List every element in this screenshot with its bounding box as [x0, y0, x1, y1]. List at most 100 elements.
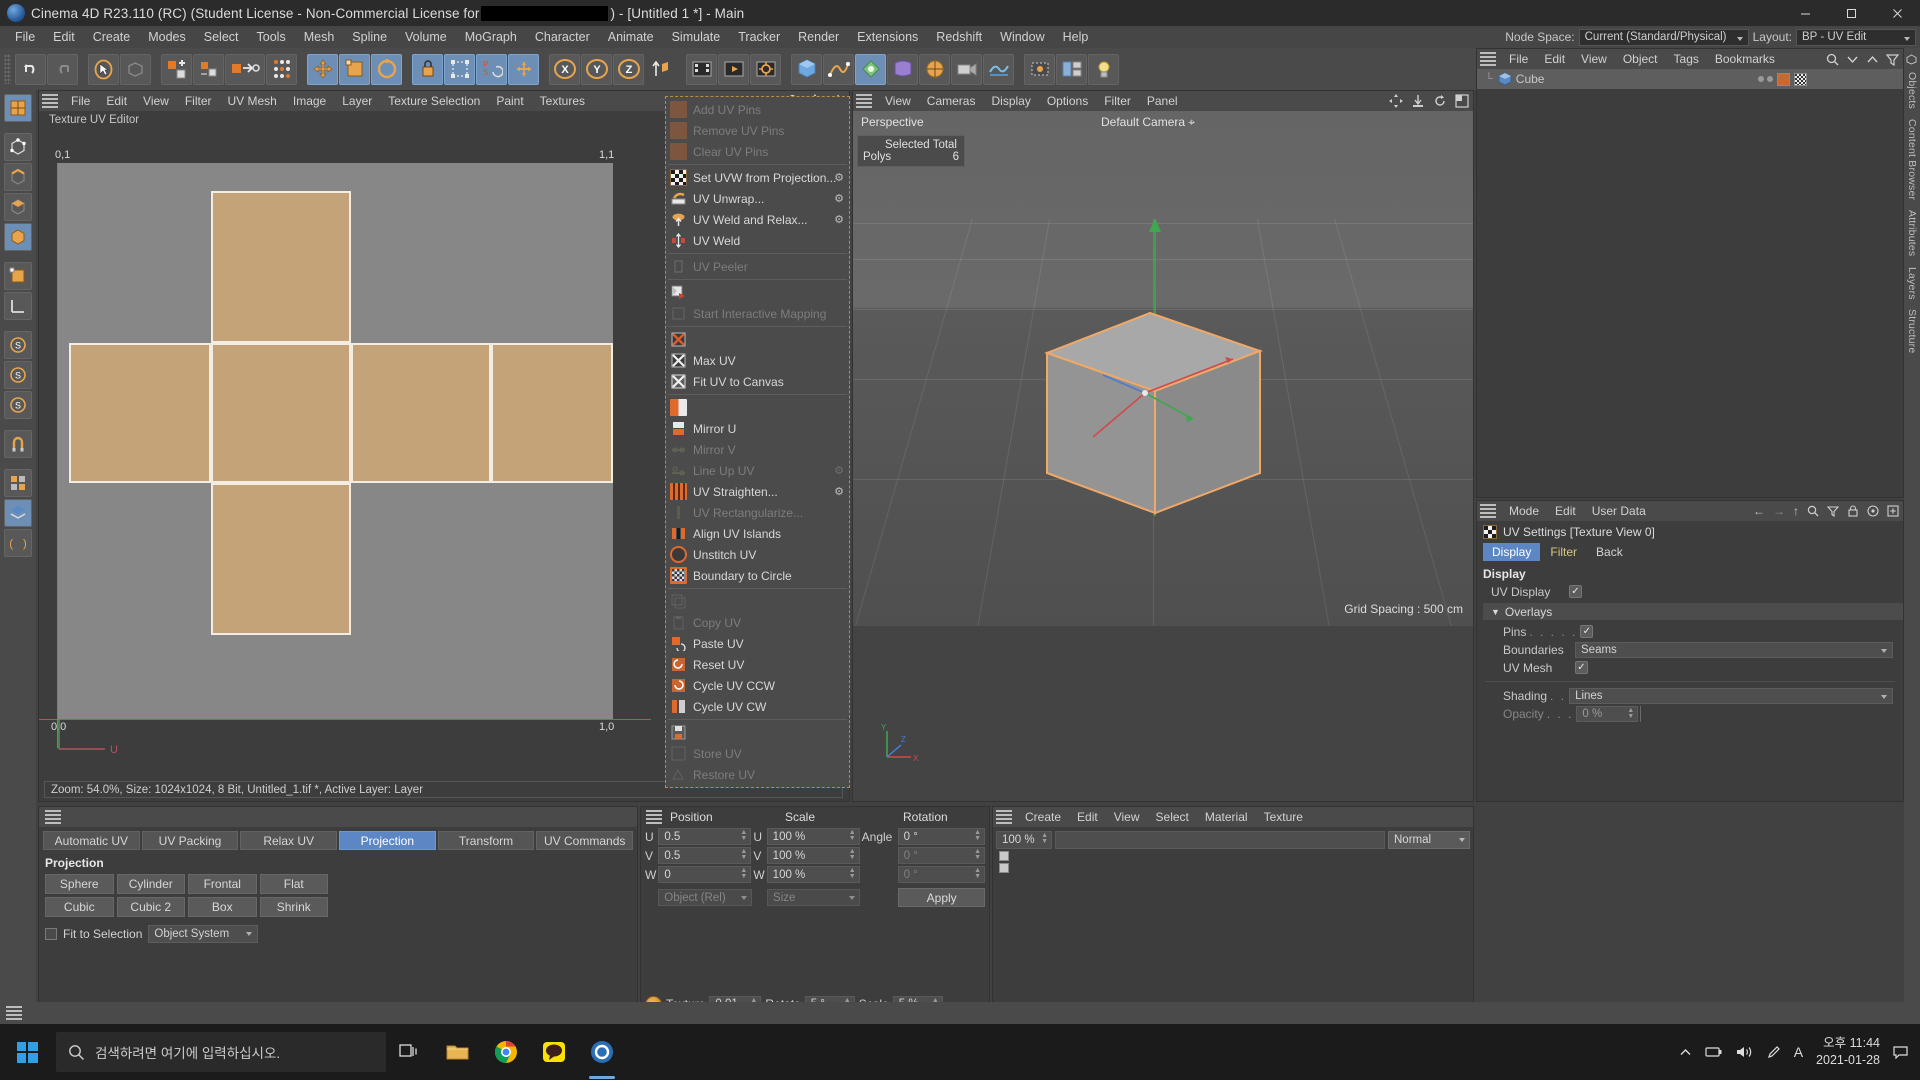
texture-mode-button[interactable]: [4, 94, 32, 122]
coordinates-hamburger-icon[interactable]: [646, 810, 662, 824]
toolbar-grip[interactable]: [4, 54, 11, 84]
uv-mesh-checkbox[interactable]: ✓: [1575, 661, 1588, 674]
task-view-button[interactable]: [386, 1024, 434, 1080]
fit-to-selection-checkbox[interactable]: [45, 928, 57, 940]
snap-magnet-button[interactable]: [4, 430, 32, 458]
ctx-clear-uv-pins[interactable]: Clear UV Pins: [666, 141, 849, 162]
scale-snap-s3-button[interactable]: S: [4, 391, 32, 419]
pos-w-field[interactable]: 0 ▲ ▼: [658, 866, 752, 883]
om-menu-bookmarks[interactable]: Bookmarks: [1707, 50, 1783, 68]
gear-icon[interactable]: ⚙: [834, 464, 844, 477]
uv-face-bottom[interactable]: [211, 483, 351, 635]
ctx-cycle-uv-cw[interactable]: Cycle UV CCW: [666, 675, 849, 696]
ctx-restore-uv[interactable]: Store UV: [666, 743, 849, 764]
filter-icon[interactable]: [1886, 53, 1899, 66]
taskbar-search-box[interactable]: 검색하려면 여기에 입력하십시오.: [56, 1032, 386, 1072]
uv-face-back[interactable]: [491, 343, 613, 483]
search-icon[interactable]: [1826, 53, 1839, 66]
viewport-hamburger-icon[interactable]: [856, 94, 872, 108]
attribute-manager-hamburger-icon[interactable]: [1480, 504, 1496, 518]
uv-face-front[interactable]: [211, 343, 351, 483]
menu-spline[interactable]: Spline: [343, 28, 396, 46]
mp-menu-texture[interactable]: Texture: [1256, 808, 1311, 826]
ctx-stop-interactive-mapping[interactable]: Start Interactive Mapping: [666, 303, 849, 324]
menu-mesh[interactable]: Mesh: [295, 28, 344, 46]
pos-w-spinner[interactable]: ▲ ▼: [740, 867, 747, 880]
material-blend-mode-select[interactable]: Normal: [1388, 830, 1470, 849]
menu-create[interactable]: Create: [84, 28, 140, 46]
ctx-unstitch-uv[interactable]: Align UV Islands: [666, 523, 849, 544]
x-axis-toggle[interactable]: X: [549, 53, 580, 85]
uv-face-left[interactable]: [69, 343, 211, 483]
mp-menu-material[interactable]: Material: [1197, 808, 1256, 826]
ctx-mirror-u[interactable]: [666, 397, 849, 418]
ctx-paste-uv[interactable]: Copy UV: [666, 612, 849, 633]
pos-v-field[interactable]: 0.5 ▲ ▼: [658, 847, 752, 864]
snapping-settings-button[interactable]: [266, 53, 297, 85]
menu-help[interactable]: Help: [1054, 28, 1098, 46]
uv-menu-edit[interactable]: Edit: [98, 92, 135, 110]
uv-menu-file[interactable]: File: [63, 92, 98, 110]
maximize-button[interactable]: [1828, 0, 1874, 26]
network-icon[interactable]: [1705, 1045, 1722, 1059]
uv-menu-view[interactable]: View: [135, 92, 177, 110]
ctx-store-uv[interactable]: [666, 722, 849, 743]
taskbar-clock[interactable]: 오후 11:44 2021-01-28: [1816, 1035, 1880, 1069]
light-preset-button[interactable]: [1088, 53, 1119, 85]
uv-menu-image[interactable]: Image: [285, 92, 334, 110]
minimize-button[interactable]: [1782, 0, 1828, 26]
mp-menu-create[interactable]: Create: [1017, 808, 1069, 826]
object-axis-gizmo[interactable]: [1083, 341, 1253, 461]
boundaries-select[interactable]: Seams: [1575, 641, 1893, 658]
object-rel-select[interactable]: Object (Rel): [658, 889, 752, 906]
layers-button[interactable]: [4, 499, 32, 527]
om-menu-object[interactable]: Object: [1615, 50, 1666, 68]
object-row-cube[interactable]: └ Cube: [1477, 69, 1903, 89]
coordinate-system-button[interactable]: PS: [476, 53, 507, 85]
render-to-picture-viewer-button[interactable]: [718, 53, 749, 85]
projection-flat-button[interactable]: Flat: [259, 874, 328, 894]
menu-tools[interactable]: Tools: [248, 28, 295, 46]
ctx-start-interactive-mapping[interactable]: [666, 282, 849, 303]
uv-mesh-context-menu[interactable]: Add UV Pins Remove UV Pins Clear UV Pins…: [665, 96, 850, 788]
start-button[interactable]: [0, 1024, 54, 1080]
menu-mograph[interactable]: MoGraph: [456, 28, 526, 46]
layout-select[interactable]: BP - UV Edit: [1796, 28, 1916, 46]
ctx-remove-uv-pins[interactable]: Remove UV Pins: [666, 120, 849, 141]
overlays-group-header[interactable]: ▼ Overlays: [1483, 603, 1903, 620]
y-axis-toggle[interactable]: Y: [581, 53, 612, 85]
lock-icon[interactable]: [1847, 505, 1859, 517]
scale-u-field[interactable]: 100 % ▲ ▼: [766, 828, 860, 845]
tab-automatic-uv[interactable]: Automatic UV: [43, 831, 140, 850]
uv-menu-uv-mesh[interactable]: UV Mesh: [220, 92, 285, 110]
workplane-mode-button[interactable]: [4, 292, 32, 320]
tab-relax-uv[interactable]: Relax UV: [240, 831, 338, 850]
gear-icon[interactable]: ⚙: [834, 171, 844, 184]
polygon-mode-button[interactable]: [4, 193, 32, 221]
notification-center-icon[interactable]: [1893, 1045, 1908, 1059]
opacity-spinner[interactable]: ▲ ▼: [1627, 707, 1634, 720]
rotate-tool[interactable]: [371, 53, 402, 85]
rot-row3-spinner[interactable]: ▲ ▼: [974, 867, 981, 880]
vp-menu-options[interactable]: Options: [1039, 92, 1096, 110]
tab-projection[interactable]: Projection: [339, 831, 436, 850]
scale-tool[interactable]: [339, 53, 370, 85]
scale-w-field[interactable]: 100 % ▲ ▼: [766, 866, 860, 883]
ctx-uv-weld-and-relax[interactable]: UV Weld and Relax... ⚙: [666, 209, 849, 230]
add-field-button[interactable]: [983, 53, 1014, 85]
layout-preset-button[interactable]: [1056, 53, 1087, 85]
target-icon[interactable]: [1867, 505, 1879, 517]
render-view-button[interactable]: [686, 53, 717, 85]
pins-checkbox[interactable]: ✓: [1580, 625, 1594, 638]
material-percent-spinner[interactable]: ▲ ▼: [1041, 832, 1048, 845]
vp-menu-view[interactable]: View: [877, 92, 919, 110]
world-object-axis-button[interactable]: [508, 53, 539, 85]
filter-icon[interactable]: [1827, 505, 1839, 517]
model-mode-button[interactable]: [4, 223, 32, 251]
dock-label-structure[interactable]: Structure: [1906, 309, 1918, 353]
add-deformer-button[interactable]: [887, 53, 918, 85]
menu-select[interactable]: Select: [195, 28, 248, 46]
uv-menu-texture-selection[interactable]: Texture Selection: [380, 92, 488, 110]
ime-indicator[interactable]: A: [1794, 1044, 1803, 1060]
material-percent-field[interactable]: 100 % ▲ ▼: [996, 830, 1052, 849]
